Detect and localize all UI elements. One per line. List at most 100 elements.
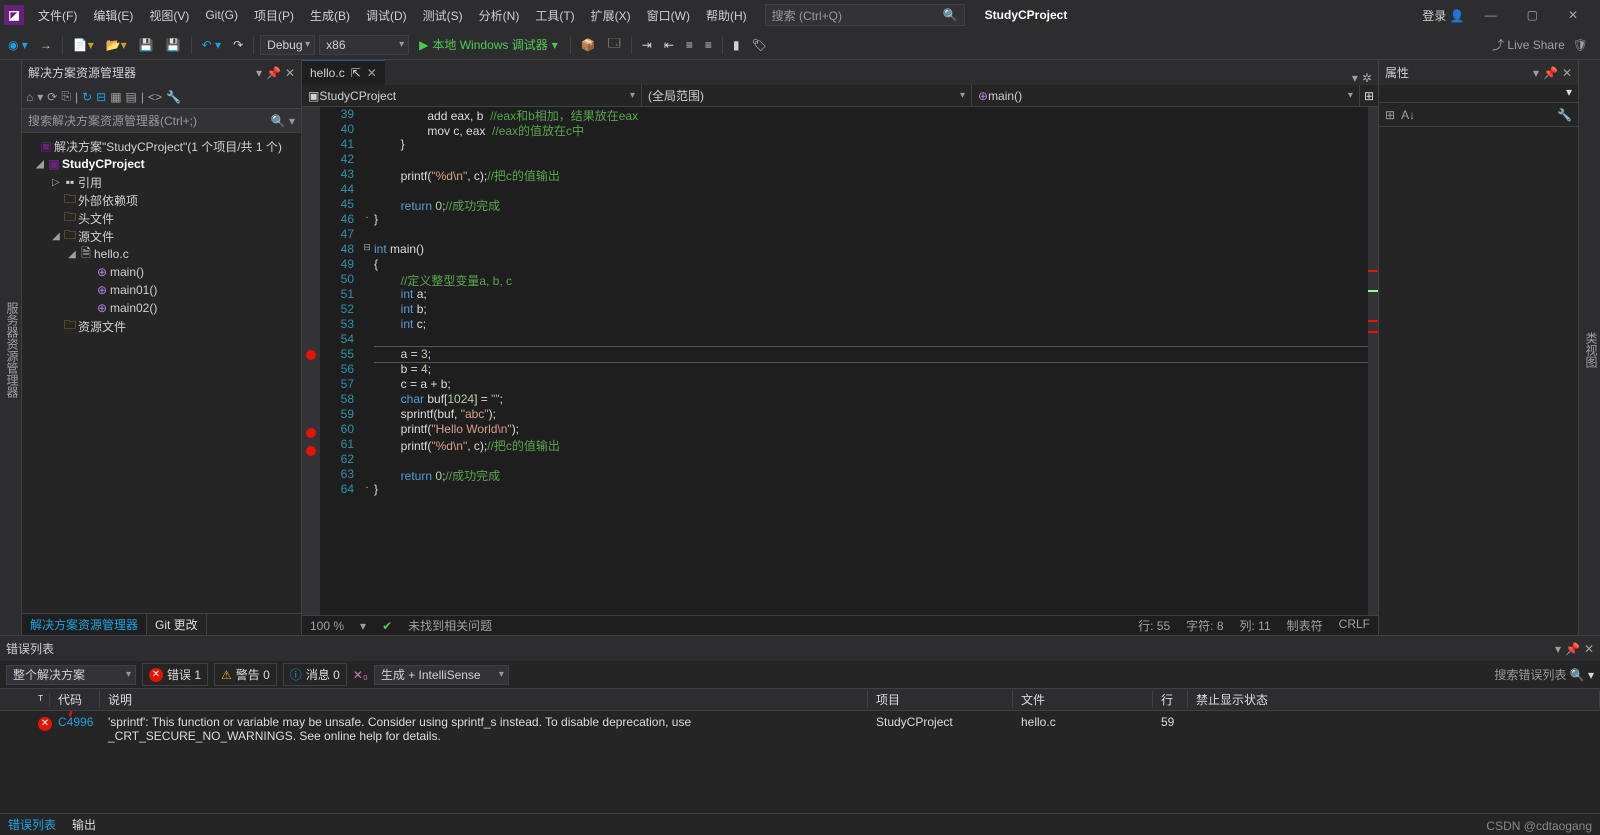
login-button[interactable]: 登录 👤 [1422,7,1464,24]
save-button[interactable]: 💾 [135,36,158,54]
categorized-icon[interactable]: ⊞ [1385,108,1395,122]
solution-search-input[interactable]: 搜索解决方案资源管理器(Ctrl+;)🔍 ▾ [22,109,301,133]
alphabetical-icon[interactable]: A↓ [1401,108,1415,122]
nav-back-button[interactable]: ◉ ▾ [4,36,32,54]
menu-build[interactable]: 生成(B) [302,7,358,24]
dropdown-icon[interactable]: ▾ [1533,66,1539,80]
menu-project[interactable]: 项目(P) [246,7,302,24]
resources-node[interactable]: 🗀资源文件 [22,317,301,335]
col-icon[interactable]: ᵀ [30,693,50,707]
tb-icon-4[interactable]: ⇤ [660,36,678,54]
zoom-level[interactable]: 100 % [310,619,344,633]
chevron-down-icon[interactable]: ▾ [1566,85,1572,102]
error-row[interactable]: ✕ C4996 'sprintf': This function or vari… [0,711,1600,747]
file-node[interactable]: ◢🗎hello.c [22,245,301,263]
nav-scope-dropdown[interactable]: (全局范围) [642,85,972,106]
info-filter[interactable]: ⓘ消息 0 [283,663,347,686]
menu-window[interactable]: 窗口(W) [639,7,698,24]
menu-edit[interactable]: 编辑(E) [85,7,141,24]
collapse-icon[interactable]: ⊟ [96,90,106,104]
tb-icon-1[interactable]: 📦 [577,36,600,54]
menu-file[interactable]: 文件(F) [30,7,85,24]
menu-analyze[interactable]: 分析(N) [471,7,528,24]
live-share-button[interactable]: ⤴ Live Share [1492,36,1565,53]
overview-ruler[interactable] [1368,107,1378,615]
wrench-icon[interactable]: 🔧 [1557,108,1572,122]
fn-main-node[interactable]: ⊕main() [22,263,301,281]
menu-view[interactable]: 视图(V) [141,7,197,24]
code-editor[interactable]: 3940414243444546474849505152535455565758… [302,107,1378,615]
nav-project-dropdown[interactable]: ▣ StudyCProject [302,85,642,106]
menu-help[interactable]: 帮助(H) [698,7,755,24]
nav-function-dropdown[interactable]: ⊕ main() [972,85,1360,106]
save-all-button[interactable]: 💾 [162,36,185,54]
menu-test[interactable]: 测试(S) [415,7,471,24]
tb-icon-7[interactable]: ▮ [729,36,744,54]
branch-icon[interactable]: ⎘ [61,89,71,104]
run-debugger-button[interactable]: 本地 Windows 调试器 ▾ [413,36,564,53]
tb-icon-6[interactable]: ≡ [701,36,716,54]
new-button[interactable]: 📄▾ [69,36,98,54]
show-all-icon[interactable]: ▦ [110,90,121,104]
refresh-icon[interactable]: ↻ [82,90,92,104]
nav-forward-button[interactable]: → [36,36,56,54]
menu-tools[interactable]: 工具(T) [527,7,582,24]
scope-dropdown[interactable]: 整个解决方案 [6,665,136,685]
clear-icon[interactable]: ✕₀ [353,668,368,682]
wrench-icon[interactable]: 🔧 [166,90,181,104]
menu-git[interactable]: Git(G) [197,8,246,22]
tab-git-changes[interactable]: Git 更改 [147,614,207,635]
col-line[interactable]: 行 [1153,691,1188,708]
tab-settings-icon[interactable]: ✲ [1362,71,1372,85]
dropdown-icon[interactable]: ▾ [256,66,262,80]
build-intellisense-dropdown[interactable]: 生成 + IntelliSense [374,665,509,685]
pin-icon[interactable]: ⇱ [351,66,361,80]
close-icon[interactable]: ✕ [1584,642,1594,656]
ext-deps-node[interactable]: 🗀外部依赖项 [22,191,301,209]
dropdown-icon[interactable]: ▾ [1555,642,1561,656]
menu-extensions[interactable]: 扩展(X) [583,7,639,24]
props-icon[interactable]: ▤ [126,90,137,104]
col-file[interactable]: 文件 [1013,691,1153,708]
menu-debug[interactable]: 调试(D) [358,7,415,24]
sources-node[interactable]: ◢🗀源文件 [22,227,301,245]
solution-node[interactable]: ▣解决方案"StudyCProject"(1 个项目/共 1 个) [22,137,301,155]
global-search-input[interactable]: 搜索 (Ctrl+Q)🔍 [765,4,965,26]
headers-node[interactable]: 🗀头文件 [22,209,301,227]
col-proj[interactable]: 项目 [868,691,1013,708]
col-suppress[interactable]: 禁止显示状态 [1188,691,1600,708]
fn-main02-node[interactable]: ⊕main02() [22,299,301,317]
col-code[interactable]: 代码 [50,691,100,708]
error-filter[interactable]: ✕错误 1 [142,663,208,686]
close-icon[interactable]: ✕ [285,66,295,80]
refs-node[interactable]: ▷▪▪引用 [22,173,301,191]
tab-output[interactable]: 输出 [64,814,104,835]
right-tab-well[interactable]: 类视图 [1578,60,1600,635]
left-tab-well[interactable]: 服务器资源管理器工具箱 [0,60,22,635]
config-dropdown[interactable]: Debug [260,35,315,55]
pin-icon[interactable]: 📌 [266,66,281,80]
split-icon[interactable]: ⊞ [1360,85,1378,106]
maximize-button[interactable]: ▢ [1517,8,1548,22]
redo-button[interactable]: ↷ [229,36,247,54]
code-icon[interactable]: <> [148,90,162,104]
platform-dropdown[interactable]: x86 [319,35,409,55]
error-search-input[interactable]: 搜索错误列表 🔍 ▾ [1494,666,1594,683]
col-desc[interactable]: 说明 [100,691,868,708]
tb-icon-2[interactable]: 🗔 [604,32,625,57]
project-node[interactable]: ◢▣StudyCProject [22,155,301,173]
minimize-button[interactable]: — [1475,8,1507,22]
warning-filter[interactable]: ⚠警告 0 [214,663,277,686]
close-button[interactable]: ✕ [1558,8,1588,22]
home-icon[interactable]: ⌂ [26,90,33,104]
undo-button[interactable]: ↶ ▾ [198,36,225,54]
open-button[interactable]: 📂▾ [102,36,131,54]
pin-icon[interactable]: 📌 [1543,66,1558,80]
close-icon[interactable]: ✕ [1562,66,1572,80]
close-tab-icon[interactable]: ✕ [367,66,377,80]
pin-icon[interactable]: 📌 [1565,642,1580,656]
tb-icon-8[interactable]: 🏷 [748,36,771,54]
tab-error-list[interactable]: 错误列表 [0,814,64,835]
editor-tab-hello[interactable]: hello.c⇱✕ [302,60,385,85]
tb-icon-3[interactable]: ⇥ [638,36,656,54]
